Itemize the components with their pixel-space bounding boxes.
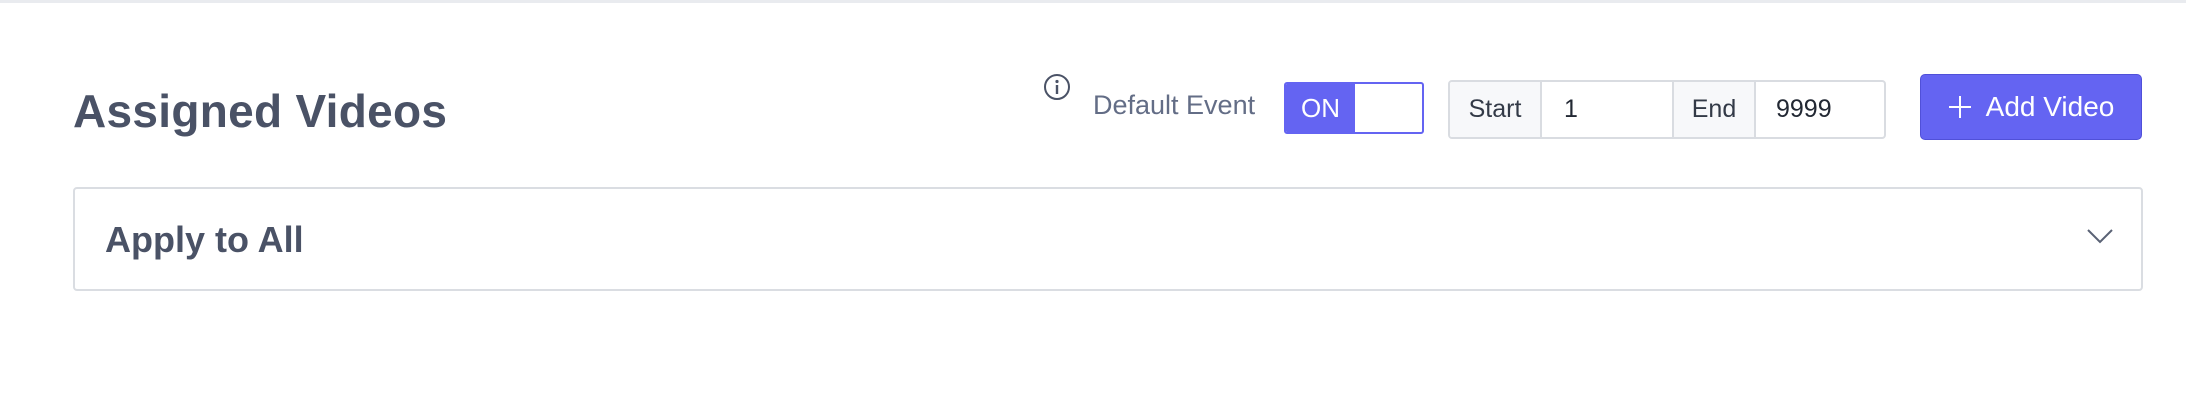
- top-divider: [0, 0, 2186, 3]
- end-label: End: [1674, 82, 1754, 137]
- start-label: Start: [1450, 82, 1540, 137]
- apply-to-all-panel[interactable]: Apply to All: [73, 187, 2143, 291]
- range-input-group: Start 1 End 9999: [1448, 80, 1886, 139]
- add-video-button[interactable]: Add Video: [1920, 74, 2142, 140]
- chevron-down-icon[interactable]: [2085, 225, 2115, 247]
- end-input[interactable]: 9999: [1754, 82, 1884, 137]
- toggle-on-label: ON: [1286, 84, 1355, 132]
- info-icon[interactable]: [1043, 73, 1071, 101]
- panel-title: Apply to All: [105, 219, 304, 260]
- default-event-toggle[interactable]: ON: [1284, 82, 1424, 134]
- default-event-label: Default Event: [1093, 90, 1256, 120]
- plus-icon: [1948, 96, 1971, 118]
- start-input[interactable]: 1: [1540, 82, 1674, 137]
- add-video-label: Add Video: [1985, 91, 2115, 122]
- page-title: Assigned Videos: [73, 85, 448, 137]
